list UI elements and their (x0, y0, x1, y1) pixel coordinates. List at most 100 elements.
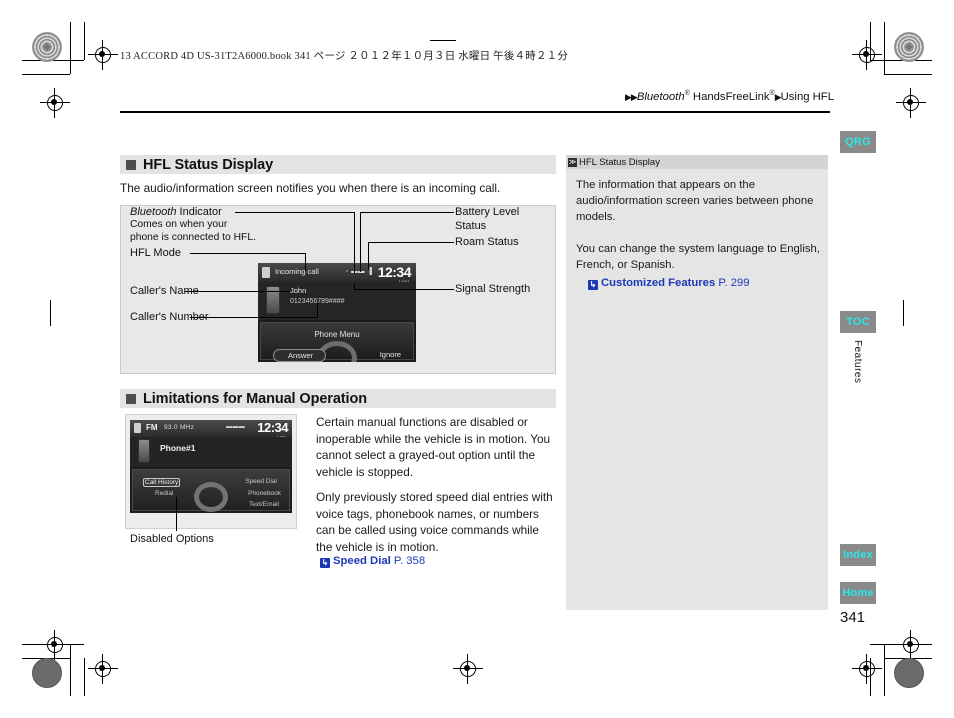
leader-line (190, 317, 318, 318)
connected-phone-label: Phone#1 (160, 443, 196, 453)
density-patch (32, 658, 62, 688)
crop-line (903, 300, 904, 326)
leader-line (354, 283, 355, 290)
xref-label: Speed Dial (333, 555, 391, 567)
menu-item-speed-dial[interactable]: Speed Dial (245, 478, 277, 485)
bluetooth-indicator-icon (262, 267, 270, 278)
callout-roam-status: Roam Status (455, 236, 519, 248)
header-divider (120, 111, 830, 113)
xref-arrow-icon: ↳ (320, 558, 330, 568)
callout-battery-level-status: Battery Level Status (455, 206, 520, 232)
xref-customized-features[interactable]: ↳ Customized Features P. 299 (588, 275, 820, 291)
breadcrumb-handsfreelink: HandsFreeLink (692, 90, 770, 103)
registration-mark (40, 630, 70, 660)
leader-line (354, 212, 355, 274)
crop-line (884, 644, 885, 696)
density-patch (894, 658, 924, 688)
leader-line (354, 289, 454, 290)
crop-line (84, 658, 85, 696)
leader-line (305, 253, 306, 271)
tab-index[interactable]: Index (840, 544, 876, 566)
screen-clock: 12:34 (377, 264, 412, 280)
section1-intro-text: The audio/information screen notifies yo… (120, 181, 501, 195)
hfl-mode-text: Incoming call (275, 267, 319, 276)
callout-hfl-mode: HFL Mode (130, 247, 181, 259)
registration-mark (896, 88, 926, 118)
ignore-button[interactable]: Ignore (380, 350, 401, 359)
sidebar-note-paragraph-1: The information that appears on the audi… (576, 179, 814, 223)
leader-line (368, 242, 369, 270)
breadcrumb-reg-mark-1: ® (684, 90, 690, 97)
bullet-square-icon (126, 159, 136, 170)
section2-paragraph-1: Certain manual functions are disabled or… (316, 415, 551, 479)
phone-handset-icon (138, 439, 150, 463)
audio-info-screen-incoming-call: Incoming call ▫ ▬▬ ▐ 12:34 VOL John 0123… (258, 263, 416, 362)
tab-toc[interactable]: TOC (840, 311, 876, 333)
audio-info-screen-limitations: FM 93.0 MHz ▬▬▬ 12:34 VOL Phone#1 Call H… (130, 420, 292, 513)
note-marker-icon: ≫ (568, 157, 577, 167)
caller-name-value: John (290, 286, 307, 295)
leader-line (190, 253, 306, 254)
crop-line (884, 22, 885, 74)
crop-line (22, 74, 70, 75)
halftone-target (32, 32, 62, 62)
registration-mark (453, 654, 483, 684)
crop-line (70, 22, 71, 74)
registration-mark (88, 654, 118, 684)
sidebar-note-hfl-status-display: ≫ HFL Status Display The information tha… (566, 155, 828, 610)
sidebar-note-paragraph-2: You can change the system language to En… (576, 243, 820, 271)
crop-line (84, 22, 85, 60)
xref-label: Customized Features (601, 277, 716, 289)
section2-paragraph-2: Only previously stored speed dial entrie… (316, 490, 553, 554)
xref-page: P. 358 (393, 555, 426, 567)
callout-bluetooth-indicator-italic: Bluetooth (130, 206, 177, 218)
screen-phone-menu-pane: Phone Menu Answer Ignore (260, 322, 414, 362)
radio-frequency-value: 93.0 MHz (164, 424, 195, 431)
callout-disabled-options: Disabled Options (130, 533, 214, 545)
bullet-square-icon (126, 393, 136, 404)
leader-line (185, 291, 290, 292)
sidebar-note-body: The information that appears on the audi… (576, 177, 820, 291)
xref-speed-dial[interactable]: ↳ Speed Dial P. 358 (320, 551, 425, 569)
menu-item-text-email[interactable]: Text/Email (249, 501, 279, 508)
leader-line (368, 242, 454, 243)
menu-item-call-history[interactable]: Call History (143, 478, 181, 487)
callout-bluetooth-indicator-rest: Indicator (176, 206, 222, 218)
status-icons-group: ▬▬▬ (226, 424, 246, 430)
crop-line (884, 74, 932, 75)
audio-source-label: FM (146, 423, 158, 432)
menu-item-redial[interactable]: Redial (155, 490, 173, 497)
crop-line (70, 644, 71, 696)
callout-bluetooth-indicator-desc: Comes on when your phone is connected to… (130, 219, 256, 243)
xref-arrow-icon: ↳ (588, 280, 598, 290)
menu-item-phonebook[interactable]: Phonebook (248, 490, 281, 497)
registration-mark (852, 654, 882, 684)
interface-knob-icon (194, 482, 228, 512)
answer-button[interactable]: Answer (273, 349, 327, 362)
leader-line (235, 212, 355, 213)
section-header-limitations: Limitations for Manual Operation (120, 389, 556, 408)
tab-qrg[interactable]: QRG (840, 131, 876, 153)
registration-mark (40, 88, 70, 118)
phone-menu-label: Phone Menu (314, 330, 360, 339)
page-number: 341 (840, 609, 866, 626)
sidebar-note-title: HFL Status Display (579, 156, 660, 168)
callout-bluetooth-indicator: Bluetooth Indicator (130, 206, 222, 220)
callout-signal-strength: Signal Strength (455, 283, 531, 295)
screen-phone-pane: Phone#1 (130, 437, 292, 467)
registration-mark (88, 40, 118, 70)
bluetooth-indicator-icon (134, 423, 141, 433)
xref-page: P. 299 (718, 277, 750, 289)
crop-line (430, 40, 456, 41)
screen-clock: 12:34 (257, 420, 288, 435)
registration-mark (852, 40, 882, 70)
breadcrumb-using-hfl: Using HFL (780, 90, 834, 103)
breadcrumb: ▶▶Bluetooth® HandsFreeLink®▶Using HFL (625, 90, 834, 103)
breadcrumb-arrow-icon: ▶▶ (625, 91, 638, 102)
tab-home[interactable]: Home (840, 582, 876, 604)
screen-caller-pane: John 0123456789#### (258, 282, 416, 320)
section-thumb-label-features: Features (852, 340, 863, 384)
halftone-target (894, 32, 924, 62)
section-header-hfl-status-display: HFL Status Display (120, 155, 556, 174)
leader-line (176, 497, 177, 531)
